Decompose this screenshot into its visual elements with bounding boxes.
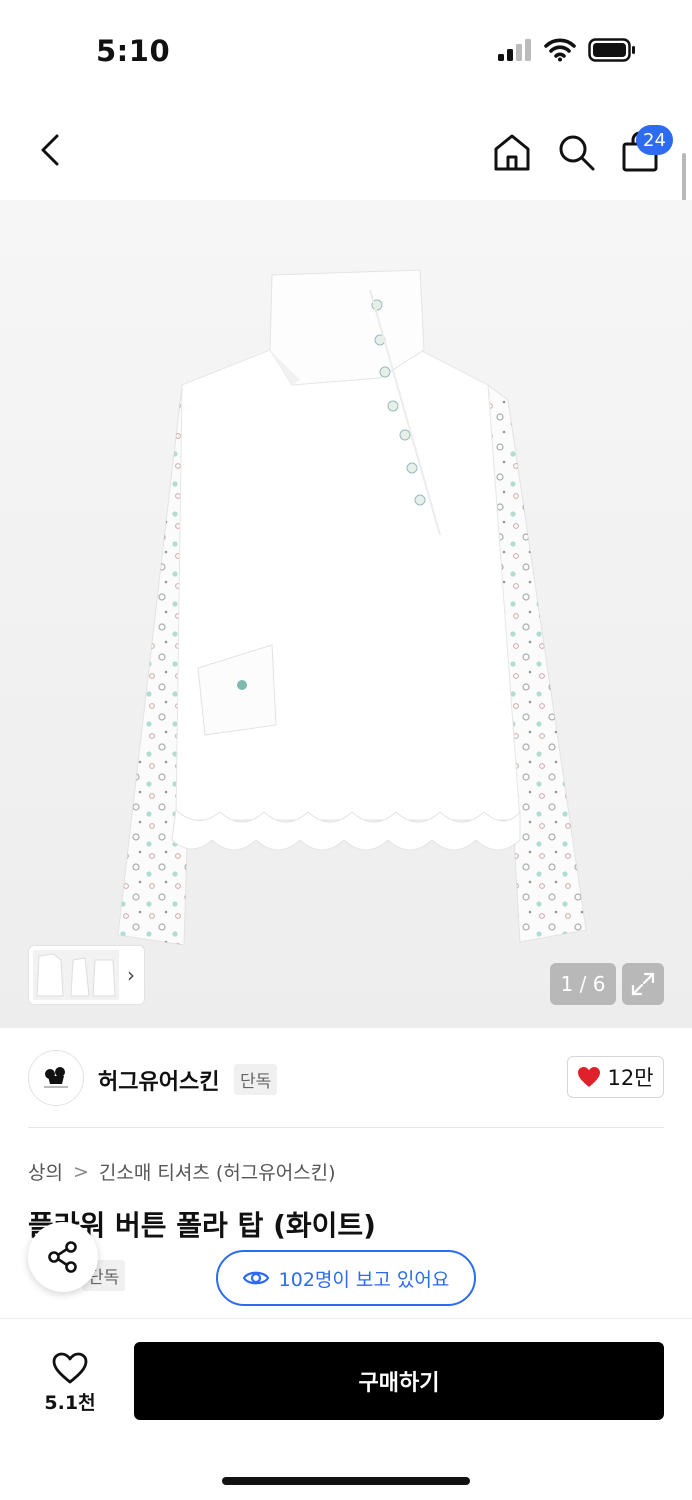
product-image-gallery[interactable]: › 1 / 6 [0, 200, 692, 1028]
back-button[interactable] [26, 126, 74, 174]
wifi-icon [544, 38, 576, 62]
divider [28, 1127, 664, 1128]
viewers-count-pill: 102명이 보고 있어요 [216, 1250, 476, 1306]
thumbnail-chevron-icon: › [127, 963, 135, 987]
breadcrumb: 상의 > 긴소매 티셔츠 (허그유어스킨) [28, 1158, 336, 1185]
home-icon [494, 134, 530, 171]
eye-icon [242, 1271, 269, 1285]
home-button[interactable] [488, 126, 536, 178]
heart-filled-icon [578, 1067, 601, 1087]
viewers-text: 102명이 보고 있어요 [278, 1268, 450, 1291]
battery-icon [588, 38, 635, 62]
breadcrumb-item-subcategory[interactable]: 긴소매 티셔츠 (허그유어스킨) [99, 1158, 336, 1185]
share-button[interactable] [28, 1222, 98, 1292]
breadcrumb-separator-icon: > [72, 1160, 89, 1183]
expand-button[interactable] [622, 963, 664, 1005]
share-icon [48, 1241, 77, 1273]
brand-row[interactable]: 허그유어스킨 단독 12만 [0, 1040, 692, 1128]
signal-icon [498, 39, 531, 61]
breadcrumb-item-category[interactable]: 상의 [28, 1158, 63, 1185]
search-button[interactable] [552, 126, 600, 178]
product-photo [117, 269, 587, 946]
back-icon [41, 134, 59, 166]
status-bar: 5:10 [0, 0, 692, 100]
exclusive-badge: 단독 [234, 1064, 278, 1095]
image-counter: 1 / 6 [550, 963, 616, 1005]
home-indicator [222, 1477, 470, 1485]
status-icons [498, 38, 636, 62]
brand-like-count: 12만 [607, 1066, 654, 1090]
brand-like-button[interactable]: 12만 [567, 1056, 664, 1098]
status-time: 5:10 [96, 34, 171, 68]
top-nav [0, 100, 692, 200]
gallery-thumbnail[interactable]: › [28, 945, 145, 1005]
heart-outline-icon [52, 1352, 88, 1383]
buy-button[interactable]: 구매하기 [134, 1342, 664, 1420]
thumbnail-image [33, 950, 119, 1000]
bottom-action-bar: 5.1천 구매하기 [0, 1318, 692, 1500]
search-icon [559, 135, 595, 171]
wishlist-count: 5.1천 [44, 1391, 96, 1414]
expand-icon [631, 972, 655, 996]
brand-logo[interactable] [28, 1050, 84, 1106]
cart-count-badge[interactable]: 24 [636, 125, 673, 155]
brand-name[interactable]: 허그유어스킨 [98, 1064, 219, 1096]
wishlist-button[interactable]: 5.1천 [28, 1345, 112, 1421]
brand-logo-icon [44, 1067, 68, 1088]
